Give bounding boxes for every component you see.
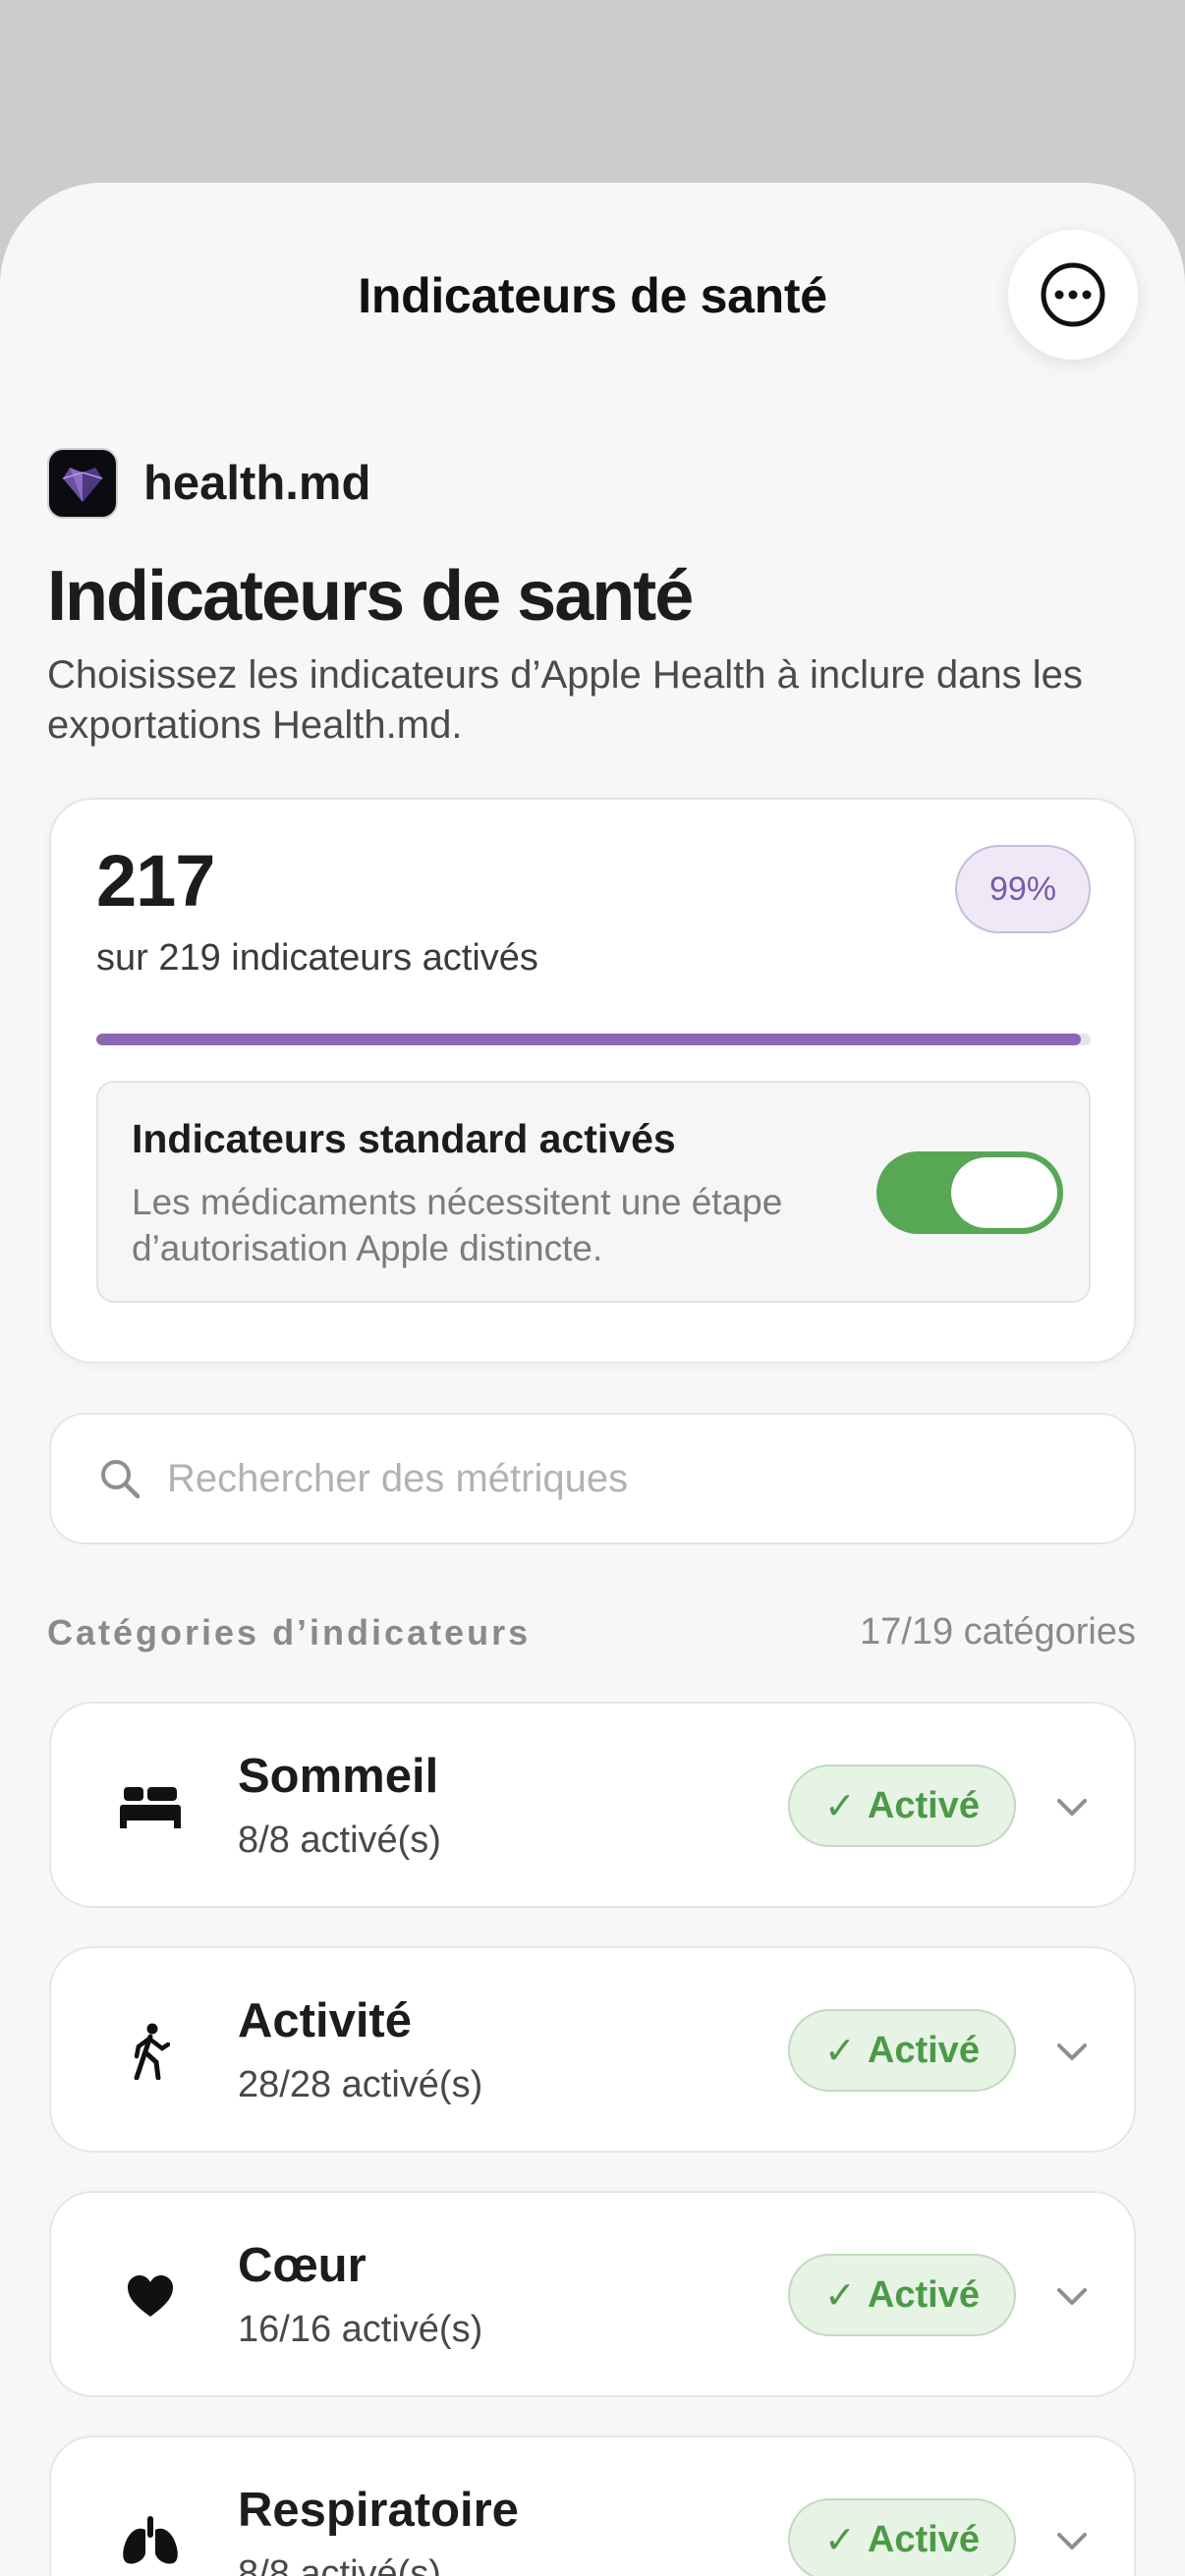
category-name: Sommeil	[238, 1750, 439, 1803]
category-status: 8/8 activé(s)	[238, 2553, 441, 2576]
enabled-count: 217	[96, 840, 215, 922]
percent-badge: 99%	[955, 845, 1091, 933]
category-name: Cœur	[238, 2239, 367, 2292]
ellipsis-circle-icon	[1041, 262, 1105, 327]
chevron-down-icon[interactable]	[1049, 2273, 1095, 2319]
standard-metrics-description: Les médicaments nécessitent une étape d’…	[132, 1182, 783, 1268]
enabled-badge[interactable]: ✓ Activé	[788, 2009, 1016, 2092]
enabled-badge[interactable]: ✓ Activé	[788, 2254, 1016, 2336]
heart-gem-icon	[62, 468, 103, 502]
standard-metrics-toggle[interactable]	[876, 1151, 1063, 1234]
progress-bar	[96, 1034, 1091, 1045]
categories-title: Catégories d’indicateurs	[47, 1611, 532, 1652]
enabled-badge-label: Activé	[867, 2273, 980, 2316]
enabled-count-label: sur 219 indicateurs activés	[96, 937, 538, 979]
toggle-knob	[951, 1157, 1057, 1228]
chevron-down-icon[interactable]	[1049, 2029, 1095, 2074]
enabled-badge-label: Activé	[867, 2029, 980, 2071]
standard-metrics-title: Indicateurs standard activés	[132, 1116, 676, 1161]
app-name: health.md	[143, 457, 371, 510]
progress-fill	[96, 1034, 1081, 1045]
page-subtitle: Choisissez les indicateurs d’Apple Healt…	[47, 653, 1083, 747]
categories-count: 17/19 catégories	[860, 1611, 1136, 1652]
standard-metrics-box: Indicateurs standard activés Les médicam…	[96, 1081, 1091, 1303]
search-icon	[101, 1460, 141, 1499]
walking-figure-icon	[116, 2017, 185, 2086]
app-logo	[47, 448, 118, 519]
checkmark-icon: ✓	[824, 2519, 856, 2561]
modal-sheet: Indicateurs de santé health.md Indicateu…	[0, 183, 1185, 2576]
stats-card: 217 sur 219 indicateurs activés 99% Indi…	[49, 798, 1136, 1364]
heart-icon	[116, 2262, 185, 2330]
category-card-activite[interactable]: Activité 28/28 activé(s) ✓ Activé	[49, 1946, 1136, 2153]
enabled-badge-label: Activé	[867, 2518, 980, 2560]
more-options-button[interactable]	[1008, 230, 1138, 360]
category-status: 28/28 activé(s)	[238, 2064, 483, 2105]
category-status: 8/8 activé(s)	[238, 1820, 441, 1861]
enabled-badge-label: Activé	[867, 1784, 980, 1826]
search-input[interactable]	[167, 1456, 1051, 1501]
checkmark-icon: ✓	[824, 2030, 856, 2072]
category-name: Respiratoire	[238, 2484, 519, 2537]
category-status: 16/16 activé(s)	[238, 2309, 483, 2350]
enabled-badge[interactable]: ✓ Activé	[788, 1764, 1016, 1847]
bed-icon	[116, 1772, 185, 1841]
app-header: health.md	[47, 448, 370, 519]
search-bar[interactable]	[49, 1413, 1136, 1544]
checkmark-icon: ✓	[824, 1785, 856, 1827]
enabled-badge[interactable]: ✓ Activé	[788, 2498, 1016, 2576]
categories-header: Catégories d’indicateurs 17/19 catégorie…	[47, 1611, 1136, 1653]
lungs-icon	[116, 2506, 185, 2575]
category-card-respiratoire[interactable]: Respiratoire 8/8 activé(s) ✓ Activé	[49, 2436, 1136, 2576]
category-name: Activité	[238, 1994, 413, 2047]
category-card-sommeil[interactable]: Sommeil 8/8 activé(s) ✓ Activé	[49, 1702, 1136, 1908]
chevron-down-icon[interactable]	[1049, 2518, 1095, 2563]
category-card-coeur[interactable]: Cœur 16/16 activé(s) ✓ Activé	[49, 2191, 1136, 2397]
checkmark-icon: ✓	[824, 2274, 856, 2317]
page-title: Indicateurs de santé	[47, 557, 694, 636]
chevron-down-icon[interactable]	[1049, 1784, 1095, 1829]
